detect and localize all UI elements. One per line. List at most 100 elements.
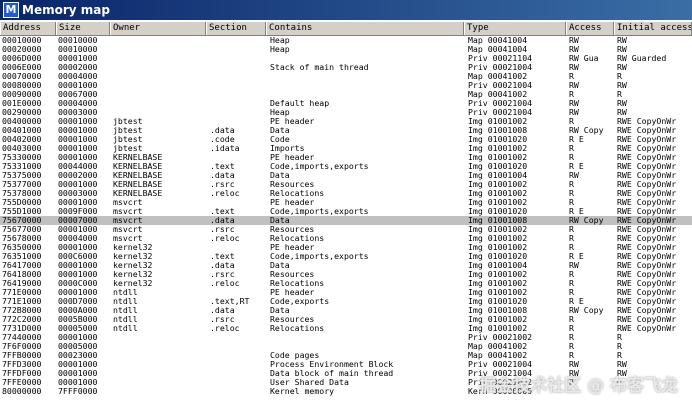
cell-section xyxy=(210,63,266,72)
cell-section xyxy=(210,72,266,81)
column-header-contains[interactable]: Contains xyxy=(266,22,464,35)
table-row[interactable]: 7731D000 00005000 ntdll .reloc Relocations Im… xyxy=(0,324,692,333)
cell-address: 772C2000 xyxy=(2,315,42,324)
table-row[interactable]: 75330000 00001000 KERNELBASE PE header Img 0… xyxy=(0,153,692,162)
table-row[interactable]: 7FFD3000 00001000 Process Environment Bloc… xyxy=(0,360,692,369)
cell-owner xyxy=(113,342,205,351)
table-row[interactable]: 76351000 000C6000 kernel32 .text Code,import… xyxy=(0,252,692,261)
table-row[interactable]: 75670000 00007000 msvcrt .data Data Img 01001… xyxy=(0,216,692,225)
table-row[interactable]: 75331000 00044000 KERNELBASE .text Code,impo… xyxy=(0,162,692,171)
table-row[interactable]: 75678000 00004000 msvcrt .reloc Relocations I… xyxy=(0,234,692,243)
cell-type: Img 01001002 xyxy=(468,279,528,288)
table-row[interactable]: 00402000 00001000 jbtest .code Code Img 01001… xyxy=(0,135,692,144)
cell-size: 00001000 xyxy=(58,180,98,189)
table-row[interactable]: 75375000 00002000 KERNELBASE .data Data Img 0… xyxy=(0,171,692,180)
app-icon: M xyxy=(3,2,19,18)
cell-owner: msvcrt xyxy=(113,225,143,234)
cell-address: 76350000 xyxy=(2,243,42,252)
cell-owner xyxy=(113,90,205,99)
cell-initial-access: RWE CopyOnWr xyxy=(617,126,677,135)
table-row[interactable]: 75378000 00003000 KERNELBASE .reloc Relocati… xyxy=(0,189,692,198)
table-row[interactable]: 00090000 00067000 Map 00041002 R R xyxy=(0,90,692,99)
cell-size: 00023000 xyxy=(58,351,98,360)
table-row[interactable]: 00010000 00010000 Heap Map 00041004 RW RW xyxy=(0,36,692,45)
cell-owner xyxy=(113,333,205,342)
cell-address: 755D0000 xyxy=(2,198,42,207)
table-row[interactable]: 00080000 00001000 Priv 00021004 RW RW xyxy=(0,81,692,90)
cell-section: .text xyxy=(210,252,235,261)
table-row[interactable]: 00400000 00001000 jbtest PE header Img 01001… xyxy=(0,117,692,126)
table-row[interactable]: 001E0000 00004000 Default heap Priv 0002100… xyxy=(0,99,692,108)
cell-access: R xyxy=(569,288,574,297)
table-row[interactable]: 00403000 00001000 jbtest .idata Imports Img 0… xyxy=(0,144,692,153)
table-row[interactable]: 771E1000 000D7000 ntdll .text,RT Code,export… xyxy=(0,297,692,306)
cell-type: Img 01001008 xyxy=(468,216,528,225)
cell-address: 76419000 xyxy=(2,279,42,288)
table-row[interactable]: 7FFB0000 00023000 Code pages Map 00041002 R R xyxy=(0,351,692,360)
cell-contains: Data xyxy=(270,306,290,315)
cell-address: 76351000 xyxy=(2,252,42,261)
cell-section xyxy=(210,198,266,207)
cell-address: 7FFE0000 xyxy=(2,378,42,387)
table-row[interactable]: 7F6F0000 00005000 Map 00041002 R R xyxy=(0,342,692,351)
table-row[interactable]: 75677000 00001000 msvcrt .rsrc Resources Img … xyxy=(0,225,692,234)
cell-section xyxy=(210,351,266,360)
cell-initial-access: RWE CopyOnWr xyxy=(617,243,677,252)
cell-size: 00001000 xyxy=(58,270,98,279)
cell-type: Img 01001020 xyxy=(468,135,528,144)
table-row[interactable]: 76419000 0000C000 kernel32 .reloc Relocation… xyxy=(0,279,692,288)
cell-address: 00090000 xyxy=(2,90,42,99)
cell-access: RW xyxy=(569,171,579,180)
cell-owner xyxy=(113,387,205,396)
table-row[interactable]: 75377000 00001000 KERNELBASE .rsrc Resources… xyxy=(0,180,692,189)
column-header-section[interactable]: Section xyxy=(206,22,266,35)
table-row[interactable]: 755D0000 00001000 msvcrt PE header Img 01001… xyxy=(0,198,692,207)
cell-owner: ntdll xyxy=(113,324,138,333)
table-row[interactable]: 00020000 00010000 Heap Map 00041004 RW RW xyxy=(0,45,692,54)
cell-size: 0005B000 xyxy=(58,315,98,324)
cell-type: Priv 00021004 xyxy=(468,360,533,369)
cell-initial-access: R xyxy=(617,333,622,342)
cell-owner xyxy=(113,54,205,63)
table-row[interactable]: 76417000 00001000 kernel32 .data Data Img 010… xyxy=(0,261,692,270)
cell-owner: jbtest xyxy=(113,126,143,135)
table-row[interactable]: 772C2000 0005B000 ntdll .rsrc Resources Img 0… xyxy=(0,315,692,324)
table-row[interactable]: 76418000 00001000 kernel32 .rsrc Resources Im… xyxy=(0,270,692,279)
column-header-type[interactable]: Type xyxy=(464,22,566,35)
table-row[interactable]: 00290000 00003000 Heap Priv 00021004 RW RW xyxy=(0,108,692,117)
column-header-owner[interactable]: Owner xyxy=(110,22,206,35)
cell-size: 00001000 xyxy=(58,243,98,252)
table-row[interactable]: 77440000 00001000 Priv 00021002 R R xyxy=(0,333,692,342)
title-bar[interactable]: M Memory map xyxy=(0,0,692,20)
cell-initial-access: RWE CopyOnWr xyxy=(617,324,677,333)
column-header-access[interactable]: Access xyxy=(566,22,614,35)
cell-type: Img 01001002 xyxy=(468,180,528,189)
cell-contains: Code,imports,exports xyxy=(270,252,369,261)
column-header-initial-access[interactable]: Initial access xyxy=(614,22,692,35)
cell-access: R E xyxy=(569,252,584,261)
table-row[interactable]: 76350000 00001000 kernel32 PE header Img 010… xyxy=(0,243,692,252)
cell-contains: Relocations xyxy=(270,234,325,243)
cell-size: 00001000 xyxy=(58,135,98,144)
table-row[interactable]: 771E0000 00001000 ntdll PE header Img 010010… xyxy=(0,288,692,297)
table-row[interactable]: 00070000 00004000 Map 00041002 R R xyxy=(0,72,692,81)
table-row[interactable]: 0006D000 00001000 Priv 00021104 RW Gua RW Gu… xyxy=(0,54,692,63)
table-row[interactable]: 772B8000 0000A000 ntdll .data Data Img 010010… xyxy=(0,306,692,315)
cell-type: Img 01001002 xyxy=(468,189,528,198)
table-row[interactable]: 755D1000 0009F000 msvcrt .text Code,imports,… xyxy=(0,207,692,216)
cell-contains: Relocations xyxy=(270,324,325,333)
table-row[interactable]: 00401000 00001000 jbtest .data Data Img 01001… xyxy=(0,126,692,135)
column-header-size[interactable]: Size xyxy=(56,22,110,35)
cell-owner: msvcrt xyxy=(113,234,143,243)
cell-initial-access: RWE CopyOnWr xyxy=(617,216,677,225)
cell-size: 00004000 xyxy=(58,72,98,81)
cell-initial-access: RWE CopyOnWr xyxy=(617,225,677,234)
cell-type: Priv 00021004 xyxy=(468,81,533,90)
table-row[interactable]: 0006E000 00002000 Stack of main thread Priv… xyxy=(0,63,692,72)
cell-initial-access: R xyxy=(617,342,622,351)
cell-initial-access: R xyxy=(617,351,622,360)
cell-contains: PE header xyxy=(270,243,315,252)
column-header-address[interactable]: Address xyxy=(0,22,56,35)
cell-owner: ntdll xyxy=(113,297,138,306)
cell-access: R xyxy=(569,198,574,207)
